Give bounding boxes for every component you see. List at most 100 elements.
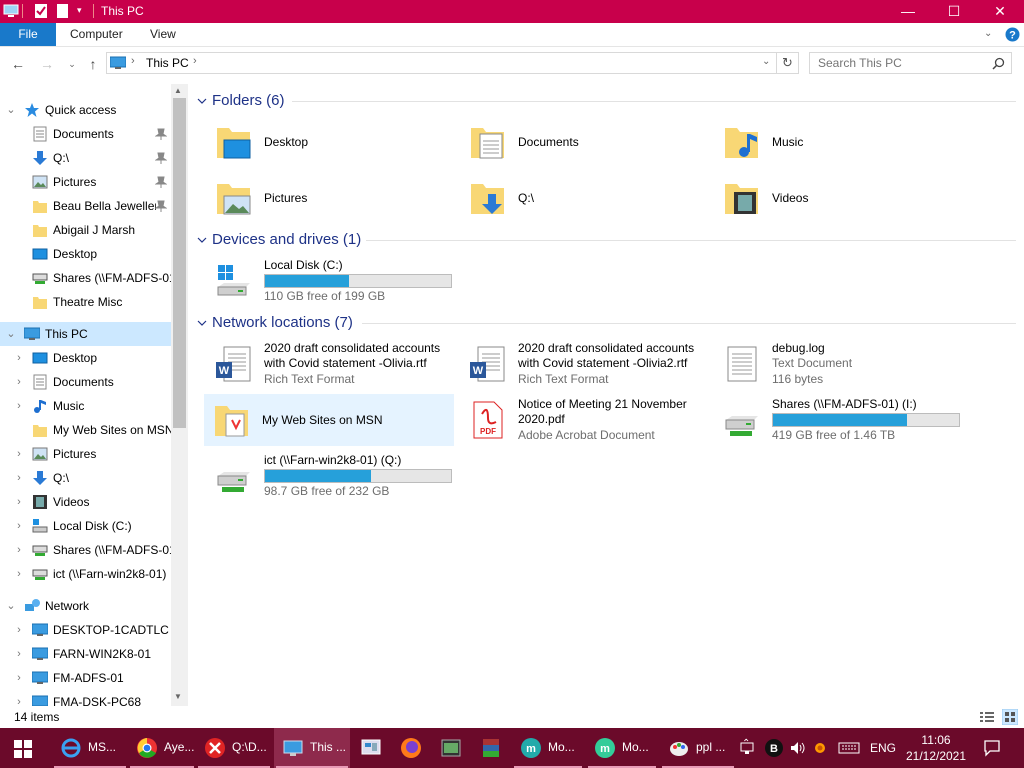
large-icons-view-icon[interactable] — [1002, 709, 1018, 725]
collapsed-chevron-icon[interactable]: › — [14, 447, 24, 461]
taskbar-item-winrar[interactable] — [472, 728, 508, 768]
expanded-chevron-icon[interactable]: ⌄ — [6, 327, 16, 341]
folder-tile-music[interactable]: Music — [714, 116, 962, 168]
sidebar-item-pc-pictures[interactable]: › Pictures — [0, 442, 171, 466]
taskbar-item-screen-app[interactable] — [352, 728, 388, 768]
network-drive-ict[interactable]: ict (\\Farn-win2k8-01) (Q:) 98.7 GB free… — [206, 450, 454, 502]
group-collapse-chevron-icon[interactable] — [196, 317, 208, 329]
sidebar-item-net-fm-adfs[interactable]: › FM-ADFS-01 — [0, 666, 171, 690]
scroll-down-arrow-icon[interactable]: ▼ — [174, 692, 182, 701]
sidebar-item-network[interactable]: ⌄ Network — [0, 594, 171, 618]
address-bar[interactable]: › This PC › ⌄ — [106, 52, 777, 74]
collapsed-chevron-icon[interactable]: › — [14, 671, 24, 685]
maximize-button[interactable]: ☐ — [931, 0, 977, 23]
collapsed-chevron-icon[interactable]: › — [14, 495, 24, 509]
sidebar-item-theatre-misc[interactable]: Theatre Misc — [0, 290, 171, 314]
search-input[interactable] — [818, 56, 978, 70]
folder-tile-pictures[interactable]: Pictures — [206, 172, 454, 224]
properties-icon[interactable] — [34, 3, 48, 19]
refresh-button[interactable]: ↻ — [777, 52, 799, 74]
breadcrumb-separator-icon[interactable]: › — [131, 55, 135, 67]
collapsed-chevron-icon[interactable]: › — [14, 647, 24, 661]
sidebar-item-documents[interactable]: Documents — [0, 122, 171, 146]
taskbar-item-chrome[interactable]: Aye... — [128, 728, 196, 768]
taskbar-item-q-drive-app[interactable]: Q:\D... — [196, 728, 272, 768]
close-button[interactable]: ✕ — [977, 0, 1023, 23]
details-view-icon[interactable] — [979, 710, 995, 724]
scrollbar-thumb[interactable] — [173, 98, 186, 428]
folder-tile-q-drive[interactable]: Q:\ — [460, 172, 708, 224]
group-header-devices[interactable]: Devices and drives (1) — [196, 231, 376, 251]
clock[interactable]: 11:06 21/12/2021 — [900, 732, 972, 764]
tab-view[interactable]: View — [138, 23, 188, 46]
collapsed-chevron-icon[interactable]: › — [14, 399, 24, 413]
breadcrumb-this-pc[interactable]: This PC — [146, 56, 189, 70]
action-center-icon[interactable] — [983, 739, 1001, 757]
sidebar-item-pc-desktop[interactable]: › Desktop — [0, 346, 171, 370]
taskbar-item-moodle-2[interactable]: m Mo... — [586, 728, 658, 768]
pin-icon[interactable] — [155, 151, 167, 165]
breadcrumb-separator-icon[interactable]: › — [193, 55, 197, 67]
group-header-folders[interactable]: Folders (6) — [196, 92, 296, 112]
expanded-chevron-icon[interactable]: ⌄ — [6, 599, 16, 613]
search-icon[interactable] — [992, 57, 1005, 70]
taskbar-item-terminal[interactable] — [432, 728, 468, 768]
sidebar-item-desktop[interactable]: Desktop — [0, 242, 171, 266]
computer-icon[interactable] — [3, 3, 19, 19]
drive-tile-local-disk[interactable]: Local Disk (C:) 110 GB free of 199 GB — [206, 255, 454, 307]
sidebar-item-pc-q-drive[interactable]: › Q:\ — [0, 466, 171, 490]
pin-icon[interactable] — [155, 199, 167, 213]
sidebar-item-pc-ict[interactable]: › ict (\\Farn-win2k8-01) — [0, 562, 171, 586]
sidebar-item-pc-local-disk[interactable]: › Local Disk (C:) — [0, 514, 171, 538]
address-dropdown-chevron-icon[interactable]: ⌄ — [762, 56, 770, 67]
tab-file[interactable]: File — [0, 23, 56, 46]
collapsed-chevron-icon[interactable]: › — [14, 567, 24, 581]
minimize-button[interactable]: — — [885, 0, 931, 23]
sidebar-item-pc-shares[interactable]: › Shares (\\FM-ADFS-01 — [0, 538, 171, 562]
expanded-chevron-icon[interactable]: ⌄ — [6, 103, 16, 117]
taskbar-item-moodle-1[interactable]: m Mo... — [512, 728, 584, 768]
taskbar-item-ppl[interactable]: ppl ... — [660, 728, 736, 768]
start-button[interactable] — [0, 728, 48, 768]
sidebar-item-q-drive[interactable]: Q:\ — [0, 146, 171, 170]
sidebar-item-pictures[interactable]: Pictures — [0, 170, 171, 194]
group-collapse-chevron-icon[interactable] — [196, 234, 208, 246]
collapsed-chevron-icon[interactable]: › — [14, 351, 24, 365]
collapsed-chevron-icon[interactable]: › — [14, 623, 24, 637]
sidebar-item-pc-documents[interactable]: › Documents — [0, 370, 171, 394]
pin-icon[interactable] — [155, 175, 167, 189]
notification-app-icon[interactable] — [812, 740, 828, 756]
up-arrow-icon[interactable]: ↑ — [84, 55, 102, 73]
collapsed-chevron-icon[interactable]: › — [14, 471, 24, 485]
network-item-olivia-rtf[interactable]: W 2020 draft consolidated accounts with … — [206, 338, 454, 390]
tab-computer[interactable]: Computer — [58, 23, 135, 46]
network-item-debug-log[interactable]: debug.log Text Document 116 bytes — [714, 338, 962, 390]
sidebar-item-shares[interactable]: Shares (\\FM-ADFS-01 — [0, 266, 171, 290]
sidebar-item-net-farn-win2k8[interactable]: › FARN-WIN2K8-01 — [0, 642, 171, 666]
forward-arrow-icon[interactable]: → — [38, 55, 56, 73]
sidebar-item-net-fma-dsk[interactable]: › FMA-DSK-PC68 — [0, 690, 171, 706]
taskbar-item-firefox[interactable] — [392, 728, 428, 768]
help-icon[interactable]: ? — [1005, 27, 1020, 42]
group-collapse-chevron-icon[interactable] — [196, 95, 208, 107]
sidebar-item-pc-videos[interactable]: › Videos — [0, 490, 171, 514]
new-folder-icon[interactable] — [57, 3, 69, 19]
network-drive-shares[interactable]: Shares (\\FM-ADFS-01) (I:) 419 GB free o… — [714, 394, 962, 446]
keyboard-icon[interactable] — [838, 740, 860, 756]
sidebar-item-quick-access[interactable]: ⌄ Quick access — [0, 98, 171, 122]
input-language[interactable]: ENG — [870, 741, 896, 761]
collapsed-chevron-icon[interactable]: › — [14, 695, 24, 706]
taskbar-item-internet-explorer[interactable]: MS... — [52, 728, 128, 768]
network-item-olivia2-rtf[interactable]: W 2020 draft consolidated accounts with … — [460, 338, 708, 390]
back-arrow-icon[interactable]: ← — [9, 55, 27, 73]
taskbar-item-this-pc[interactable]: This ... — [274, 728, 350, 768]
customize-toolbar-chevron-icon[interactable]: ▾ — [77, 5, 82, 16]
search-box[interactable] — [809, 52, 1012, 74]
collapsed-chevron-icon[interactable]: › — [14, 543, 24, 557]
network-status-icon[interactable] — [740, 740, 756, 756]
network-item-my-web-sites[interactable]: My Web Sites on MSN — [204, 394, 454, 446]
sidebar-item-beau-bella[interactable]: Beau Bella Jewellery — [0, 194, 171, 218]
sidebar-item-this-pc[interactable]: ⌄ This PC — [0, 322, 171, 346]
group-header-network-locations[interactable]: Network locations (7) — [196, 314, 366, 334]
sidebar-item-abigail[interactable]: Abigail J Marsh — [0, 218, 171, 242]
